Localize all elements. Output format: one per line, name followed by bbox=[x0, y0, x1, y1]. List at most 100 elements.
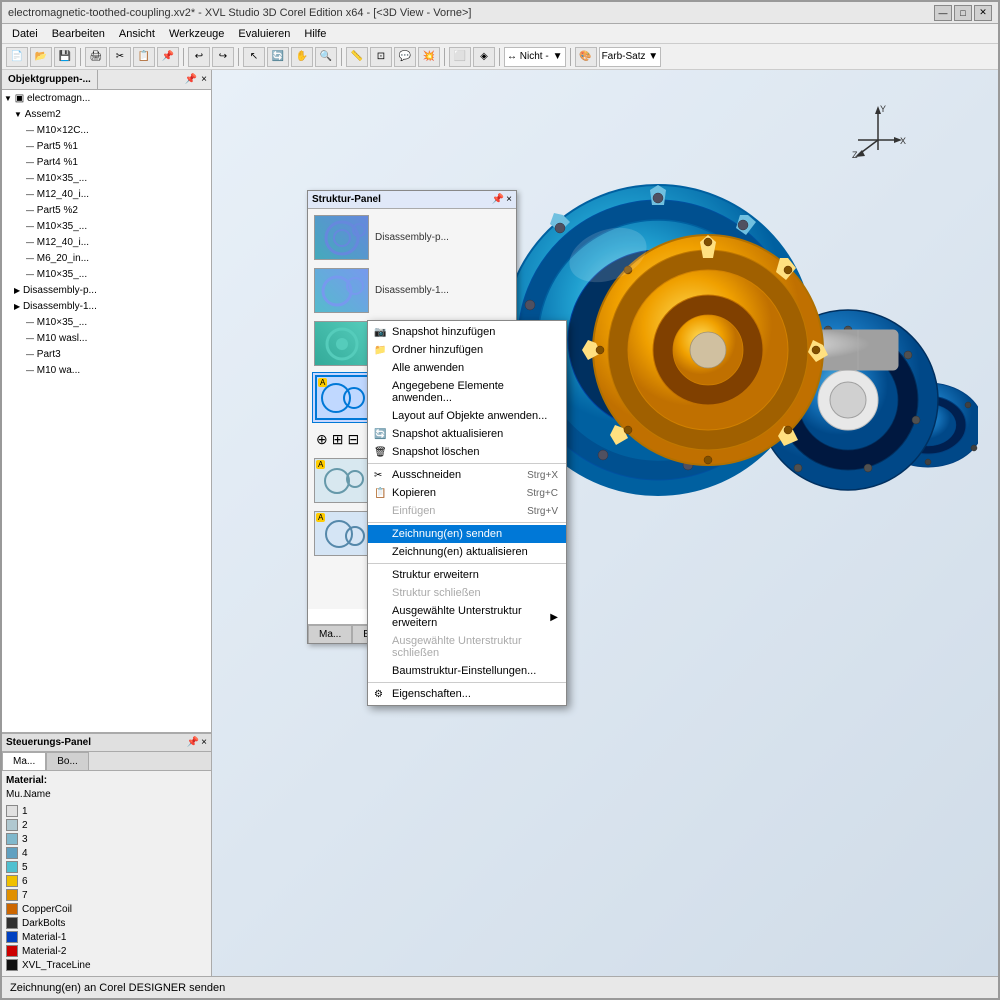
tree-item-part3[interactable]: — Part3 bbox=[2, 346, 211, 362]
cut-icon: ✂ bbox=[374, 470, 382, 481]
toolbar-measure[interactable]: 📏 bbox=[346, 47, 368, 67]
tree-item-m10x35-1[interactable]: — M10×35_... bbox=[2, 170, 211, 186]
ctx-cut[interactable]: ✂ Ausschneiden Strg+X bbox=[368, 466, 566, 484]
tab-bolts[interactable]: Bo... bbox=[46, 752, 89, 770]
steuerungs-pin[interactable]: 📌 bbox=[187, 737, 199, 748]
ctx-send-drawing[interactable]: Zeichnung(en) senden bbox=[368, 525, 566, 543]
anim-icon-1[interactable]: ⊕ bbox=[316, 431, 328, 448]
close-button[interactable]: ✕ bbox=[974, 5, 992, 21]
toolbar-select[interactable]: ↖ bbox=[243, 47, 265, 67]
toolbar-annotation[interactable]: 💬 bbox=[394, 47, 416, 67]
menu-evaluieren[interactable]: Evaluieren bbox=[232, 26, 296, 42]
tree-item-m10x35-4[interactable]: — M10×35_... bbox=[2, 314, 211, 330]
panel-pin-icon[interactable]: 📌 bbox=[185, 74, 197, 85]
menu-hilfe[interactable]: Hilfe bbox=[298, 26, 332, 42]
tree-item-m10x35-3[interactable]: — M10×35_... bbox=[2, 266, 211, 282]
steuerungs-container: Steuerungs-Panel 📌 × Ma... Bo... Materia… bbox=[2, 733, 211, 976]
toolbar-sep-6 bbox=[499, 48, 500, 66]
ctx-expand-structure[interactable]: Struktur erweitern bbox=[368, 566, 566, 584]
tree-item-disassembly-p[interactable]: ▶ Disassembly-p... bbox=[2, 282, 211, 298]
tree-item-m12-40-2[interactable]: — M12_40_i... bbox=[2, 234, 211, 250]
material-name-copper: CopperCoil bbox=[22, 904, 72, 915]
toolbar-new[interactable]: 📄 bbox=[6, 47, 28, 67]
tab-ma[interactable]: Ma... bbox=[308, 625, 352, 643]
copy-icon: 📋 bbox=[374, 488, 386, 499]
toolbar-section[interactable]: ⊡ bbox=[370, 47, 392, 67]
toolbar-print[interactable]: 🖨 bbox=[85, 47, 107, 67]
toolbar-view-front[interactable]: ⬜ bbox=[449, 47, 471, 67]
menu-bearbeiten[interactable]: Bearbeiten bbox=[46, 26, 111, 42]
title-bar: electromagnetic-toothed-coupling.xv2* - … bbox=[2, 2, 998, 24]
ctx-snapshot-update[interactable]: 🔄 Snapshot aktualisieren bbox=[368, 425, 566, 443]
toolbar-view-iso[interactable]: ◈ bbox=[473, 47, 495, 67]
toolbar-redo[interactable]: ↪ bbox=[212, 47, 234, 67]
color-swatch-1 bbox=[6, 805, 18, 817]
struktur-title: Struktur-Panel bbox=[312, 194, 381, 205]
struktur-close[interactable]: × bbox=[506, 194, 512, 205]
steuerungs-close[interactable]: × bbox=[201, 737, 207, 748]
tree-item-m12-40[interactable]: — M12_40_i... bbox=[2, 186, 211, 202]
left-panels: Objektgruppen-... 📌 × ▼ ▣ electromagn...… bbox=[2, 70, 212, 976]
toolbar-open[interactable]: 📂 bbox=[30, 47, 52, 67]
tree-item-m10x12c[interactable]: — M10×12C... bbox=[2, 122, 211, 138]
tree-item-part5-2[interactable]: — Part5 %2 bbox=[2, 202, 211, 218]
objektgruppen-tree[interactable]: ▼ ▣ electromagn... ▼ Assem2 — M10×12C...… bbox=[2, 90, 211, 733]
ctx-tree-settings[interactable]: Baumstruktur-Einstellungen... bbox=[368, 662, 566, 680]
ctx-expand-substructure[interactable]: Ausgewählte Unterstruktur erweitern ▶ bbox=[368, 602, 566, 632]
toolbar-explode[interactable]: 💥 bbox=[418, 47, 440, 67]
tree-item-assem2[interactable]: ▼ Assem2 bbox=[2, 106, 211, 122]
toolbar-undo[interactable]: ↩ bbox=[188, 47, 210, 67]
steuerungs-title: Steuerungs-Panel bbox=[6, 737, 91, 748]
material-item-xvl: XVL_TraceLine bbox=[6, 958, 207, 972]
ctx-folder-add[interactable]: 📁 Ordner hinzufügen bbox=[368, 341, 566, 359]
menu-werkzeuge[interactable]: Werkzeuge bbox=[163, 26, 230, 42]
app-window: electromagnetic-toothed-coupling.xv2* - … bbox=[0, 0, 1000, 1000]
ctx-update-drawing[interactable]: Zeichnung(en) aktualisieren bbox=[368, 543, 566, 561]
color-swatch-dark bbox=[6, 917, 18, 929]
ctx-apply-elements[interactable]: Angegebene Elemente anwenden... bbox=[368, 377, 566, 407]
objektgruppen-tab[interactable]: Objektgruppen-... bbox=[2, 70, 98, 89]
toolbar-paste[interactable]: 📌 bbox=[157, 47, 179, 67]
status-text: Zeichnung(en) an Corel DESIGNER senden bbox=[10, 982, 225, 994]
anim-icon-2[interactable]: ⊞ bbox=[332, 431, 344, 448]
toolbar-save[interactable]: 💾 bbox=[54, 47, 76, 67]
tab-material[interactable]: Ma... bbox=[2, 752, 46, 770]
ctx-snapshot-delete[interactable]: 🗑 Snapshot löschen bbox=[368, 443, 566, 461]
minimize-button[interactable]: — bbox=[934, 5, 952, 21]
struktur-pin[interactable]: 📌 bbox=[492, 194, 504, 205]
maximize-button[interactable]: □ bbox=[954, 5, 972, 21]
toolbar-color-dropdown[interactable]: Farb-Satz ▼ bbox=[599, 47, 662, 67]
tree-item-m10-wasl[interactable]: — M10 wasl... bbox=[2, 330, 211, 346]
menu-datei[interactable]: Datei bbox=[6, 26, 44, 42]
thumbnail-disassembly-p[interactable]: Disassembly-p... bbox=[312, 213, 512, 262]
toolbar-sep-1 bbox=[80, 48, 81, 66]
submenu-arrow: ▶ bbox=[550, 612, 558, 623]
material-label: Material: bbox=[6, 775, 207, 786]
toolbar-pan[interactable]: ✋ bbox=[291, 47, 313, 67]
toolbar-color[interactable]: 🎨 bbox=[575, 47, 597, 67]
tree-item-disassembly-1[interactable]: ▶ Disassembly-1... bbox=[2, 298, 211, 314]
ctx-apply-all[interactable]: Alle anwenden bbox=[368, 359, 566, 377]
struktur-header: Struktur-Panel 📌 × bbox=[308, 191, 516, 209]
tree-item-m10x35-2[interactable]: — M10×35_... bbox=[2, 218, 211, 234]
toolbar-copy[interactable]: 📋 bbox=[133, 47, 155, 67]
toolbar-view-dropdown[interactable]: ↔ Nicht - ▼ bbox=[504, 47, 566, 67]
ctx-properties[interactable]: ⚙ Eigenschaften... bbox=[368, 685, 566, 703]
toolbar-cut[interactable]: ✂ bbox=[109, 47, 131, 67]
tree-item-m10-wa[interactable]: — M10 wa... bbox=[2, 362, 211, 378]
ctx-copy[interactable]: 📋 Kopieren Strg+C bbox=[368, 484, 566, 502]
thumbnail-img-illustration-3: A bbox=[314, 511, 369, 556]
tree-item-part5-1[interactable]: — Part5 %1 bbox=[2, 138, 211, 154]
tree-item-m6[interactable]: — M6_20_in... bbox=[2, 250, 211, 266]
panel-close-icon[interactable]: × bbox=[201, 74, 207, 85]
ctx-apply-layout[interactable]: Layout auf Objekte anwenden... bbox=[368, 407, 566, 425]
thumbnail-disassembly-1[interactable]: Disassembly-1... bbox=[312, 266, 512, 315]
menu-ansicht[interactable]: Ansicht bbox=[113, 26, 161, 42]
tree-item-root[interactable]: ▼ ▣ electromagn... bbox=[2, 90, 211, 106]
name-header: Name bbox=[24, 789, 51, 800]
toolbar-zoom[interactable]: 🔍 bbox=[315, 47, 337, 67]
toolbar-rotate[interactable]: 🔄 bbox=[267, 47, 289, 67]
tree-item-part4[interactable]: — Part4 %1 bbox=[2, 154, 211, 170]
ctx-snapshot-add[interactable]: 📷 Snapshot hinzufügen bbox=[368, 323, 566, 341]
anim-icon-3[interactable]: ⊟ bbox=[347, 431, 359, 448]
